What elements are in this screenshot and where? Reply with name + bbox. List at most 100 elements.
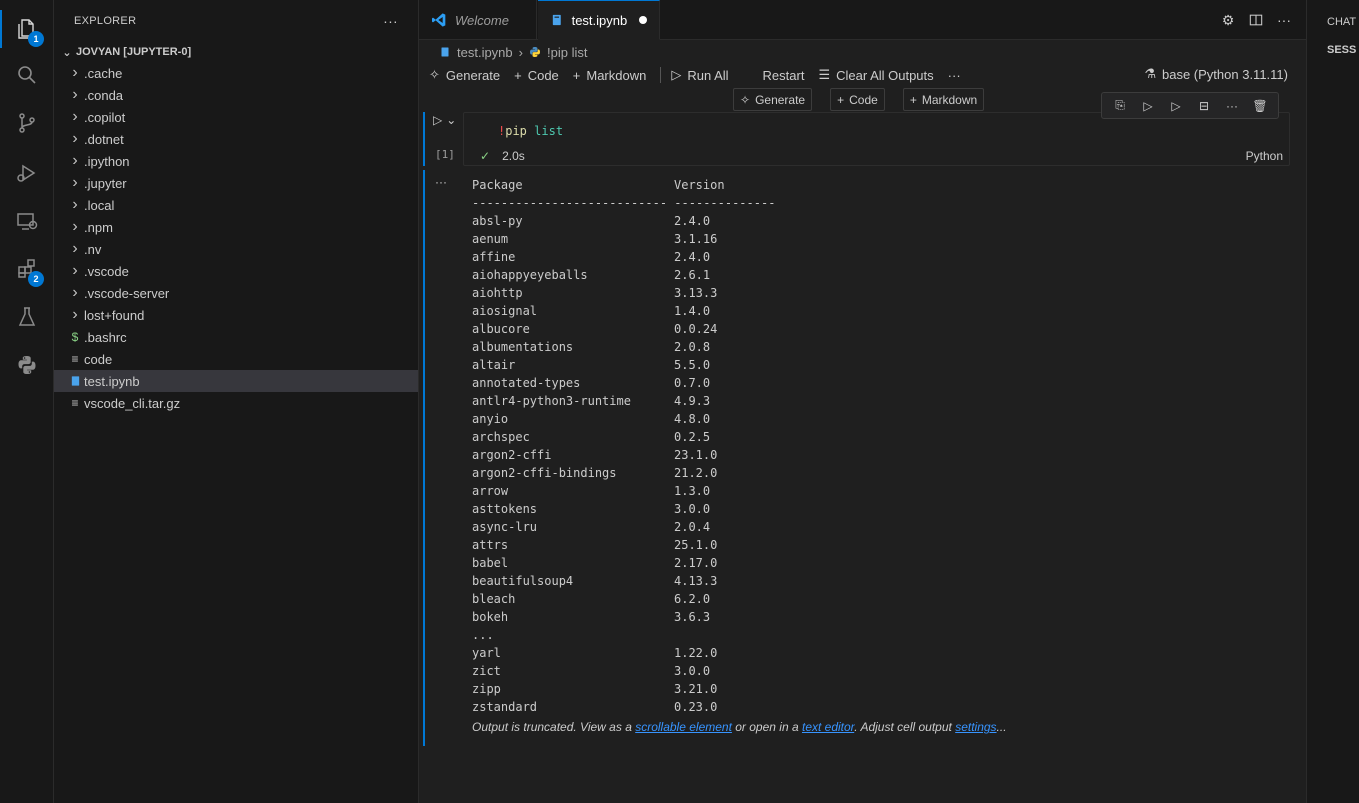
tab-welcome[interactable]: Welcome: [419, 0, 537, 40]
tree-item[interactable]: › .cache: [54, 62, 418, 84]
tree-item[interactable]: › .nv: [54, 238, 418, 260]
package-version: 3.13.3: [674, 286, 718, 300]
tree-item[interactable]: › .ipython: [54, 150, 418, 172]
file-icon: ≡: [71, 396, 79, 410]
add-markdown-button[interactable]: + Markdown: [573, 68, 647, 83]
package-row: zstandard 0.23.0: [472, 698, 775, 716]
code-cell-editor[interactable]: !pip list ✓ 2.0s Python: [463, 112, 1290, 166]
settings-link[interactable]: settings: [955, 720, 996, 734]
run-cell-icon[interactable]: ▷: [433, 113, 442, 127]
cell-language[interactable]: Python: [1246, 149, 1283, 163]
trunc-mid2: . Adjust cell output: [854, 720, 956, 734]
insert-generate-button[interactable]: ✧ Generate: [733, 88, 813, 111]
restart-button[interactable]: Restart: [763, 68, 805, 83]
breadcrumb-cell[interactable]: !pip list: [547, 45, 587, 60]
tree-item-label: .ipython: [84, 153, 130, 169]
trash-icon[interactable]: 🗑: [1251, 97, 1269, 115]
toolbar-more-button[interactable]: ···: [948, 68, 961, 83]
add-code-button[interactable]: + Code: [514, 68, 559, 83]
breadcrumb-file[interactable]: test.ipynb: [457, 45, 513, 60]
tree-item[interactable]: › .dotnet: [54, 128, 418, 150]
python-icon[interactable]: [0, 342, 54, 388]
tree-item[interactable]: › .conda: [54, 84, 418, 106]
run-all-button[interactable]: ▷ Run All: [671, 67, 728, 83]
tree-item[interactable]: › .vscode: [54, 260, 418, 282]
tree-item[interactable]: › .npm: [54, 216, 418, 238]
tree-item[interactable]: › .vscode-server: [54, 282, 418, 304]
code-line[interactable]: !pip list: [498, 124, 563, 138]
text-editor-link[interactable]: text editor: [802, 720, 854, 734]
cell-insert-bar: ✧ Generate + Code + Markdown: [733, 88, 985, 111]
chat-title[interactable]: CHAT: [1327, 16, 1356, 28]
insert-code-button[interactable]: + Code: [830, 88, 885, 111]
tree-item[interactable]: › lost+found: [54, 304, 418, 326]
scrollable-element-link[interactable]: scrollable element: [635, 720, 732, 734]
execute-below-icon[interactable]: ▷: [1167, 97, 1185, 115]
remote-explorer-icon[interactable]: [0, 198, 54, 244]
plus-icon: +: [909, 92, 917, 107]
more-actions-icon[interactable]: ···: [1276, 12, 1292, 28]
tree-item[interactable]: test.ipynb: [54, 370, 418, 392]
execute-above-icon[interactable]: ▷: [1139, 97, 1157, 115]
insert-generate-label: Generate: [755, 92, 806, 107]
package-version: 2.6.1: [674, 268, 711, 282]
chevron-right-icon: ›: [72, 152, 78, 169]
run-all-icon: ▷: [671, 67, 682, 82]
package-name: bleach: [472, 592, 516, 606]
package-name: anyio: [472, 412, 509, 426]
unsaved-dot-icon[interactable]: [639, 16, 647, 24]
extensions-icon[interactable]: 2: [0, 246, 54, 292]
package-row: affine 2.4.0: [472, 248, 775, 266]
code-label: Code: [527, 67, 559, 83]
code-argument: list: [534, 124, 564, 138]
kernel-picker[interactable]: ⚗ base (Python 3.11.11): [1144, 66, 1288, 82]
notebook-icon: [552, 14, 561, 26]
package-version: 2.0.8: [674, 340, 711, 354]
tree-item[interactable]: › .local: [54, 194, 418, 216]
package-name: zstandard: [472, 700, 538, 714]
tree-item[interactable]: $ .bashrc: [54, 326, 418, 348]
cell-more-icon[interactable]: ···: [1223, 97, 1241, 115]
tree-item[interactable]: ≡ vscode_cli.tar.gz: [54, 392, 418, 414]
tab-test-ipynb[interactable]: test.ipynb: [538, 0, 660, 40]
chevron-down-icon[interactable]: ⌄: [446, 113, 456, 127]
package-version: 21.2.0: [674, 466, 718, 480]
workspace-folder-header[interactable]: ⌄ JOVYAN [JUPYTER-0]: [54, 42, 418, 62]
testing-icon[interactable]: [0, 294, 54, 340]
file-icon: ≡: [71, 352, 79, 366]
package-name: annotated-types: [472, 376, 581, 390]
tab-welcome-label: Welcome: [455, 12, 509, 28]
header-package: Package: [472, 178, 523, 192]
package-row: aenum 3.1.16: [472, 230, 775, 248]
run-debug-icon[interactable]: [0, 150, 54, 196]
package-row: asttokens 3.0.0: [472, 500, 775, 518]
tree-item[interactable]: › .jupyter: [54, 172, 418, 194]
cell-output: Package Version -------------------------…: [472, 176, 775, 716]
explorer-more-button[interactable]: ···: [383, 13, 398, 29]
split-cell-icon[interactable]: ⊟: [1195, 97, 1213, 115]
tree-item-label: .npm: [84, 219, 113, 235]
explorer-icon[interactable]: 1: [0, 6, 54, 52]
package-version: 2.4.0: [674, 250, 711, 264]
insert-markdown-button[interactable]: + Markdown: [902, 88, 985, 111]
cell-status: ✓ 2.0s: [480, 149, 525, 163]
clear-outputs-button[interactable]: ☰ Clear All Outputs: [818, 67, 933, 83]
package-name: babel: [472, 556, 509, 570]
generate-button[interactable]: ✧ Generate: [429, 67, 500, 83]
package-row: aiosignal 1.4.0: [472, 302, 775, 320]
package-name: altair: [472, 358, 516, 372]
search-icon[interactable]: [0, 52, 54, 98]
run-by-line-icon[interactable]: ⎘: [1111, 97, 1129, 115]
gear-icon[interactable]: ⚙: [1220, 12, 1236, 28]
tree-item[interactable]: ≡ code: [54, 348, 418, 370]
package-name: aiosignal: [472, 304, 538, 318]
source-control-icon[interactable]: [0, 100, 54, 146]
package-row: bokeh 3.6.3: [472, 608, 775, 626]
package-name: archspec: [472, 430, 530, 444]
split-editor-icon[interactable]: [1248, 12, 1264, 28]
package-name: bokeh: [472, 610, 509, 624]
output-more-icon[interactable]: ···: [435, 175, 447, 189]
notebook-icon: [441, 47, 449, 57]
package-row: zipp 3.21.0: [472, 680, 775, 698]
tree-item[interactable]: › .copilot: [54, 106, 418, 128]
